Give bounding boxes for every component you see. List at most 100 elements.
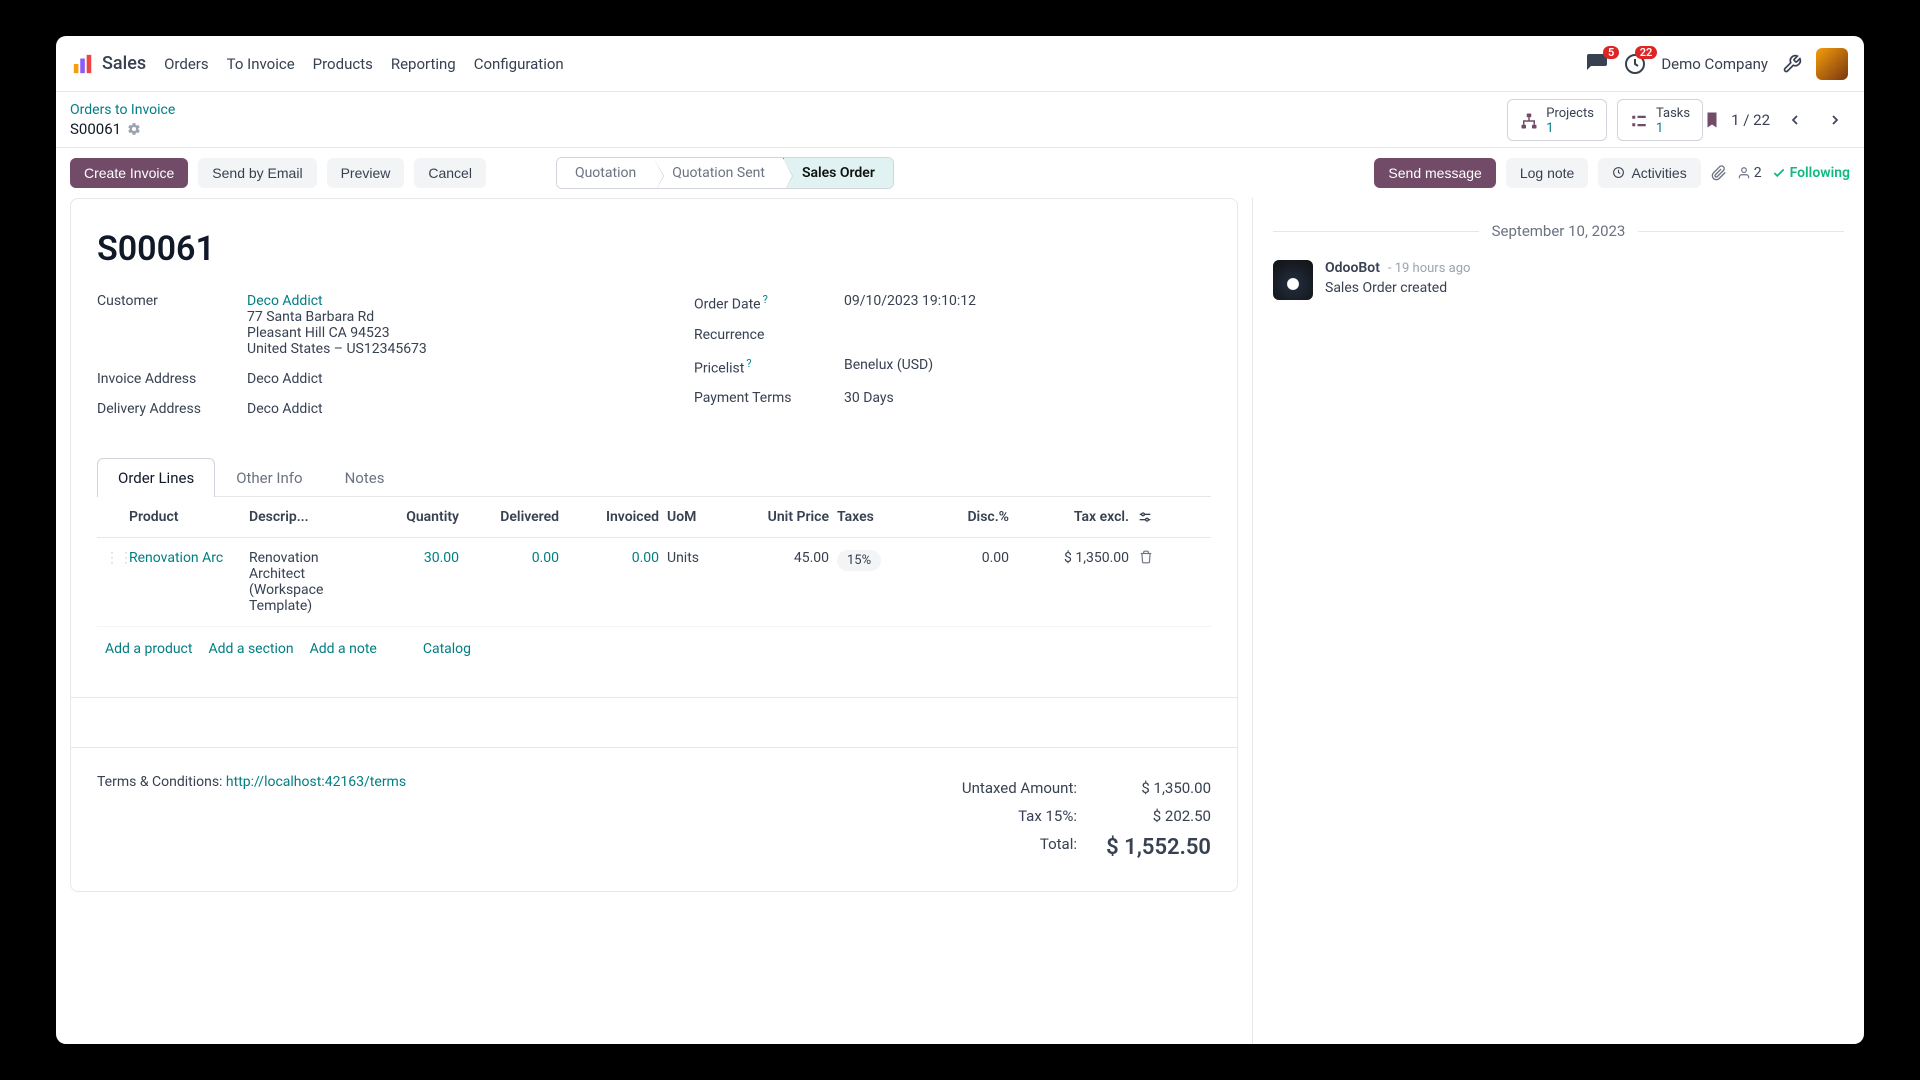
order-date-value[interactable]: 09/10/2023 19:10:12: [844, 293, 1211, 309]
pricelist-label: Pricelist?: [694, 357, 844, 377]
invoice-address-label: Invoice Address: [97, 371, 247, 387]
sitemap-icon: [1520, 112, 1538, 130]
status-quotation[interactable]: Quotation: [557, 158, 654, 188]
help-icon[interactable]: ?: [763, 293, 768, 306]
bookmark-icon[interactable]: [1703, 110, 1721, 130]
col-delivered[interactable]: Delivered: [459, 509, 559, 525]
chatter-date: September 10, 2023: [1273, 222, 1844, 240]
line-invoiced[interactable]: 0.00: [559, 550, 659, 566]
preview-button[interactable]: Preview: [327, 158, 405, 188]
line-product[interactable]: Renovation Arc: [129, 550, 249, 566]
tab-other-info[interactable]: Other Info: [215, 458, 323, 497]
attachment-icon[interactable]: [1711, 165, 1727, 181]
nav-products[interactable]: Products: [313, 55, 373, 73]
col-uom[interactable]: UoM: [659, 509, 729, 525]
payment-terms-label: Payment Terms: [694, 390, 844, 406]
chatter-message: OdooBot - 19 hours ago Sales Order creat…: [1273, 260, 1844, 300]
catalog-link[interactable]: Catalog: [423, 641, 471, 657]
pager-text[interactable]: 1 / 22: [1731, 111, 1770, 129]
pager-prev-button[interactable]: [1780, 105, 1810, 135]
delete-line-icon[interactable]: [1139, 550, 1153, 564]
customer-addr1: 77 Santa Barbara Rd: [247, 309, 614, 325]
col-invoiced[interactable]: Invoiced: [559, 509, 659, 525]
pricelist-value[interactable]: Benelux (USD): [844, 357, 1211, 373]
tab-order-lines[interactable]: Order Lines: [97, 458, 215, 497]
untaxed-value: $ 1,350.00: [1101, 779, 1211, 797]
create-invoice-button[interactable]: Create Invoice: [70, 158, 188, 188]
col-description[interactable]: Descrip...: [249, 509, 349, 525]
payment-terms-value[interactable]: 30 Days: [844, 390, 1211, 406]
terms-conditions: Terms & Conditions: http://localhost:421…: [97, 774, 931, 865]
status-sales-order[interactable]: Sales Order: [783, 158, 893, 188]
add-section-link[interactable]: Add a section: [208, 641, 293, 657]
chevron-right-icon: [1827, 112, 1843, 128]
terms-link[interactable]: http://localhost:42163/terms: [226, 774, 406, 790]
nav-configuration[interactable]: Configuration: [474, 55, 564, 73]
debug-icon[interactable]: [1782, 54, 1802, 74]
user-icon: [1737, 166, 1751, 180]
col-product[interactable]: Product: [129, 509, 249, 525]
send-message-button[interactable]: Send message: [1374, 158, 1495, 188]
customer-link[interactable]: Deco Addict: [247, 293, 614, 309]
chevron-left-icon: [1787, 112, 1803, 128]
app-logo-icon: [72, 53, 94, 75]
help-icon[interactable]: ?: [746, 357, 751, 370]
nav-to-invoice[interactable]: To Invoice: [227, 55, 295, 73]
message-author[interactable]: OdooBot: [1325, 260, 1380, 276]
delivery-address-value[interactable]: Deco Addict: [247, 401, 614, 417]
line-unit-price[interactable]: 45.00: [729, 550, 829, 566]
check-icon: [1772, 166, 1786, 180]
tasks-icon: [1630, 112, 1648, 130]
add-note-link[interactable]: Add a note: [310, 641, 377, 657]
message-body: Sales Order created: [1325, 280, 1470, 296]
messages-icon[interactable]: 5: [1585, 52, 1609, 76]
delivery-address-label: Delivery Address: [97, 401, 247, 417]
col-taxes[interactable]: Taxes: [829, 509, 909, 525]
company-switcher[interactable]: Demo Company: [1661, 55, 1768, 73]
followers-count[interactable]: 2: [1737, 165, 1762, 181]
customer-addr3: United States – US12345673: [247, 341, 614, 357]
tab-notes[interactable]: Notes: [324, 458, 406, 497]
status-bar: Quotation Quotation Sent Sales Order: [556, 157, 894, 189]
following-button[interactable]: Following: [1772, 165, 1850, 181]
col-quantity[interactable]: Quantity: [349, 509, 459, 525]
gear-icon[interactable]: [127, 122, 141, 136]
pager-next-button[interactable]: [1820, 105, 1850, 135]
line-discount[interactable]: 0.00: [909, 550, 1009, 566]
line-description[interactable]: Renovation Architect (Workspace Template…: [249, 550, 349, 614]
breadcrumb-parent[interactable]: Orders to Invoice: [70, 102, 1507, 118]
app-title[interactable]: Sales: [102, 53, 146, 74]
line-delivered[interactable]: 0.00: [459, 550, 559, 566]
nav-orders[interactable]: Orders: [164, 55, 209, 73]
tax-value: $ 202.50: [1101, 807, 1211, 825]
drag-handle-icon[interactable]: ⋮⋮: [105, 550, 129, 566]
tax-label: Tax 15%:: [931, 807, 1101, 825]
stat-projects[interactable]: Projects 1: [1507, 99, 1607, 141]
order-line-row[interactable]: ⋮⋮ Renovation Arc Renovation Architect (…: [97, 538, 1211, 627]
breadcrumb-record: S00061: [70, 120, 1507, 138]
record-title: S00061: [97, 229, 1211, 269]
nav-reporting[interactable]: Reporting: [391, 55, 456, 73]
customer-addr2: Pleasant Hill CA 94523: [247, 325, 614, 341]
add-product-link[interactable]: Add a product: [105, 641, 192, 657]
col-discount[interactable]: Disc.%: [909, 509, 1009, 525]
untaxed-label: Untaxed Amount:: [931, 779, 1101, 797]
log-note-button[interactable]: Log note: [1506, 158, 1589, 188]
send-email-button[interactable]: Send by Email: [198, 158, 316, 188]
line-quantity[interactable]: 30.00: [349, 550, 459, 566]
col-unit-price[interactable]: Unit Price: [729, 509, 829, 525]
invoice-address-value[interactable]: Deco Addict: [247, 371, 614, 387]
activities-badge: 22: [1635, 46, 1658, 59]
cancel-button[interactable]: Cancel: [414, 158, 486, 188]
line-uom[interactable]: Units: [659, 550, 729, 566]
col-tax-excl[interactable]: Tax excl.: [1009, 509, 1129, 525]
order-date-label: Order Date?: [694, 293, 844, 313]
line-tax-pill[interactable]: 15%: [837, 550, 881, 571]
columns-settings-icon[interactable]: [1137, 509, 1153, 525]
status-quotation-sent[interactable]: Quotation Sent: [654, 158, 783, 188]
total-label: Total:: [931, 835, 1101, 860]
stat-tasks[interactable]: Tasks 1: [1617, 99, 1703, 141]
activities-button[interactable]: Activities: [1598, 158, 1700, 188]
activities-icon[interactable]: 22: [1623, 52, 1647, 76]
user-avatar[interactable]: [1816, 48, 1848, 80]
